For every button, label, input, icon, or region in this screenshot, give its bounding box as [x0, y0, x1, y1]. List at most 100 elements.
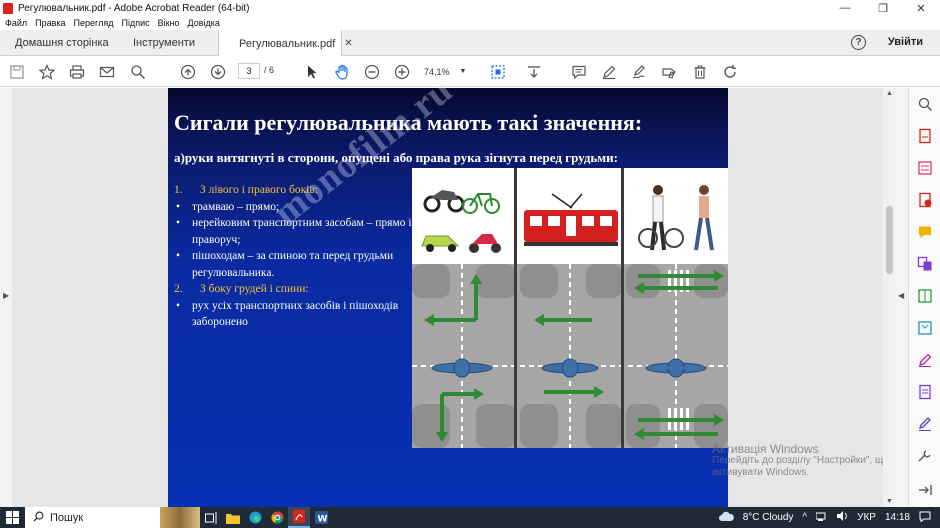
word-taskbar-icon[interactable]: W — [310, 507, 332, 528]
hand-tool-icon[interactable] — [332, 62, 352, 82]
windows-taskbar: Пошук W 8°C Cloudy ^ УКР 14:18 — [0, 507, 940, 528]
menu-help[interactable]: Довідка — [188, 18, 220, 28]
create-pdf-icon[interactable] — [917, 192, 933, 208]
sign-tool-icon[interactable] — [917, 416, 933, 432]
scroll-down-icon[interactable]: ▼ — [886, 498, 893, 505]
traffic-controller-illustration — [412, 168, 728, 448]
motorcycle-icon — [423, 190, 465, 213]
highlight-pen-icon[interactable] — [599, 62, 619, 82]
title-bar: Регулювальник.pdf - Adobe Acrobat Reader… — [0, 0, 940, 16]
intersection-diagrams — [412, 264, 728, 448]
combine-files-icon[interactable] — [917, 256, 933, 272]
compress-pdf-icon[interactable] — [917, 320, 933, 336]
tab-tools[interactable]: Інструменти — [133, 30, 195, 56]
tab-bar: Домашня сторінка Інструменти Регулювальн… — [0, 30, 940, 57]
close-tab-icon[interactable]: ✕ — [344, 38, 352, 49]
select-cursor-icon[interactable] — [302, 62, 322, 82]
scroll-up-icon[interactable]: ▲ — [886, 90, 893, 97]
tab-document-label: Регулювальник.pdf — [239, 37, 336, 50]
previous-page-icon[interactable] — [178, 62, 198, 82]
menu-file[interactable]: Файл — [5, 18, 27, 28]
zoom-search-icon[interactable] — [917, 96, 933, 112]
pdf-page: Сигали регулювальника мають такі значенн… — [168, 88, 728, 507]
svg-text:W: W — [317, 515, 327, 525]
right-pane-toggle[interactable]: ◀ — [896, 88, 908, 507]
task-view-icon[interactable] — [200, 507, 222, 528]
fill-sign-icon[interactable] — [659, 62, 679, 82]
car-icon — [421, 235, 460, 252]
clock[interactable]: 14:18 — [885, 512, 910, 523]
bicycle-icon — [462, 193, 500, 214]
collapse-pane-icon[interactable] — [917, 482, 933, 498]
chrome-browser-icon[interactable] — [266, 507, 288, 528]
comment-tool-icon[interactable] — [917, 224, 933, 240]
volume-icon[interactable] — [837, 511, 848, 524]
scroll-mode-icon[interactable] — [524, 62, 544, 82]
edge-browser-icon[interactable] — [244, 507, 266, 528]
page-number-input[interactable]: 3 — [238, 63, 260, 79]
window-controls: — ❐ ✕ — [826, 0, 940, 16]
maximize-button[interactable]: ❐ — [864, 0, 902, 16]
notifications-icon[interactable] — [919, 511, 931, 525]
more-tools-icon[interactable] — [917, 448, 933, 464]
close-window-button[interactable]: ✕ — [902, 0, 940, 16]
print-icon[interactable] — [67, 62, 87, 82]
weather-label[interactable]: 8°C Cloudy — [743, 512, 794, 523]
search-icon — [33, 511, 44, 525]
comment-icon[interactable] — [569, 62, 589, 82]
save-icon[interactable] — [7, 62, 27, 82]
language-indicator[interactable]: УКР — [857, 512, 876, 523]
rotate-icon[interactable] — [720, 62, 740, 82]
acrobat-taskbar-icon[interactable] — [288, 507, 310, 528]
file-explorer-icon[interactable] — [222, 507, 244, 528]
panel-separator — [514, 168, 517, 448]
next-page-icon[interactable] — [208, 62, 228, 82]
cloud-icon[interactable] — [718, 511, 734, 525]
network-icon[interactable] — [815, 511, 828, 524]
menu-edit[interactable]: Правка — [35, 18, 65, 28]
help-icon[interactable]: ? — [851, 35, 866, 50]
bookmark-star-icon[interactable] — [37, 62, 57, 82]
menu-bar: Файл Правка Перегляд Підпис Вікно Довідк… — [0, 16, 940, 30]
edit-pdf-icon[interactable] — [917, 160, 933, 176]
scooter-icon — [469, 234, 501, 253]
vehicle-icons-row — [412, 168, 728, 264]
taskbar-search[interactable]: Пошук — [25, 507, 160, 528]
menu-sign[interactable]: Підпис — [122, 18, 150, 28]
page-total-label: / 6 — [264, 65, 275, 75]
windows-start-icon[interactable] — [0, 507, 25, 528]
window-title: Регулювальник.pdf - Adobe Acrobat Reader… — [18, 2, 250, 14]
minimize-button[interactable]: — — [826, 0, 864, 16]
windows-activation-notice: Активація Windows Перейдіть до розділу "… — [712, 442, 895, 478]
tab-document[interactable]: Регулювальник.pdf ✕ — [218, 30, 353, 57]
zoom-in-icon[interactable] — [392, 62, 412, 82]
chevron-down-icon: ▼ — [459, 68, 467, 75]
protect-pdf-icon[interactable] — [917, 384, 933, 400]
menu-view[interactable]: Перегляд — [74, 18, 114, 28]
vertical-scrollbar[interactable]: ▲ ▼ — [883, 88, 896, 507]
chevron-up-icon[interactable]: ^ — [802, 512, 807, 523]
chevron-right-icon: ▶ — [3, 291, 10, 300]
panel-separator — [621, 168, 624, 448]
fit-page-icon[interactable] — [488, 62, 508, 82]
search-icon[interactable] — [128, 62, 148, 82]
zoom-out-icon[interactable] — [362, 62, 382, 82]
fill-sign-tool-icon[interactable] — [917, 352, 933, 368]
menu-window[interactable]: Вікно — [158, 18, 180, 28]
system-tray: 8°C Cloudy ^ УКР 14:18 — [718, 507, 940, 528]
chevron-left-icon: ◀ — [898, 291, 905, 300]
organize-pages-icon[interactable] — [917, 288, 933, 304]
search-highlight-image[interactable] — [160, 507, 200, 528]
list-item-bullet: рух усіх транспортних засобів і пішоході… — [168, 298, 412, 331]
export-pdf-icon[interactable] — [917, 128, 933, 144]
tram-icon — [524, 193, 618, 246]
delete-trash-icon[interactable] — [690, 62, 710, 82]
left-panel-toggle[interactable]: ▶ — [0, 88, 12, 507]
list-item-numbered: 2. З боку грудей і спини: — [174, 283, 309, 295]
draw-sign-icon[interactable] — [629, 62, 649, 82]
scrollbar-thumb[interactable] — [886, 206, 893, 274]
main-toolbar: 3 / 6 74,1% ▼ — [0, 56, 940, 87]
sign-in-button[interactable]: Увійти — [888, 36, 923, 48]
tab-home[interactable]: Домашня сторінка — [15, 30, 109, 56]
email-icon[interactable] — [97, 62, 117, 82]
